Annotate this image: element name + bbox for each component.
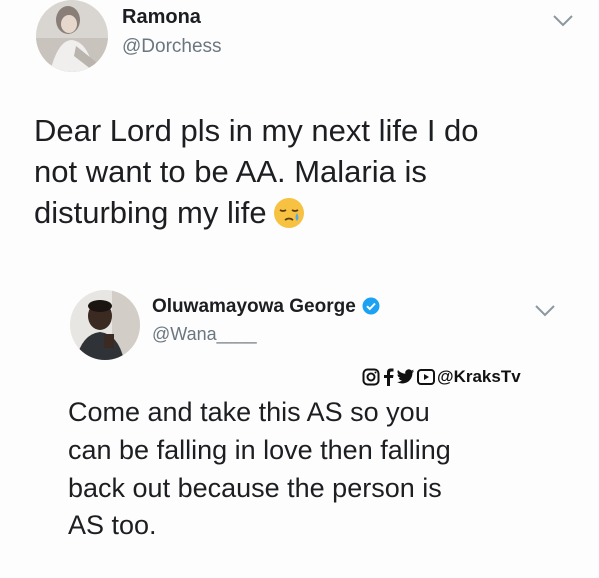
reply-author-handle[interactable]: @Wana____ — [152, 324, 257, 345]
reply-text-line: can be falling in love then falling — [68, 434, 451, 465]
avatar[interactable] — [36, 0, 108, 72]
chevron-down-icon[interactable] — [552, 14, 574, 28]
chevron-down-icon[interactable] — [534, 304, 556, 318]
reply-text: Come and take this AS so you can be fall… — [68, 394, 451, 545]
author-name[interactable]: Ramona — [122, 6, 201, 29]
watermark: @KraksTv — [362, 367, 521, 387]
instagram-icon — [362, 368, 380, 386]
tweet-text-line: disturbing my life — [34, 192, 479, 233]
reply-text-line: back out because the person is — [68, 472, 442, 503]
tweet-text-line: Dear Lord pls in my next life I do — [34, 113, 479, 148]
sleepy-face-emoji-icon — [273, 198, 304, 229]
avatar[interactable] — [70, 290, 140, 360]
tweet-text-line: not want to be AA. Malaria is — [34, 154, 427, 190]
tweet-text: Dear Lord pls in my next life I do not w… — [34, 110, 479, 234]
youtube-icon — [417, 369, 435, 385]
twitter-icon — [396, 369, 415, 384]
reply-text-line: Come and take this AS so you — [68, 397, 430, 427]
verified-badge-icon — [362, 297, 380, 315]
watermark-text: @KraksTv — [437, 367, 521, 386]
facebook-icon — [384, 368, 394, 386]
reply-author-name[interactable]: Oluwamayowa George — [152, 296, 380, 318]
author-handle[interactable]: @Dorchess — [122, 36, 222, 58]
screenshot-frame: Ramona @Dorchess Dear Lord pls in my nex… — [0, 0, 599, 578]
reply-text-line: AS too. — [68, 510, 157, 541]
